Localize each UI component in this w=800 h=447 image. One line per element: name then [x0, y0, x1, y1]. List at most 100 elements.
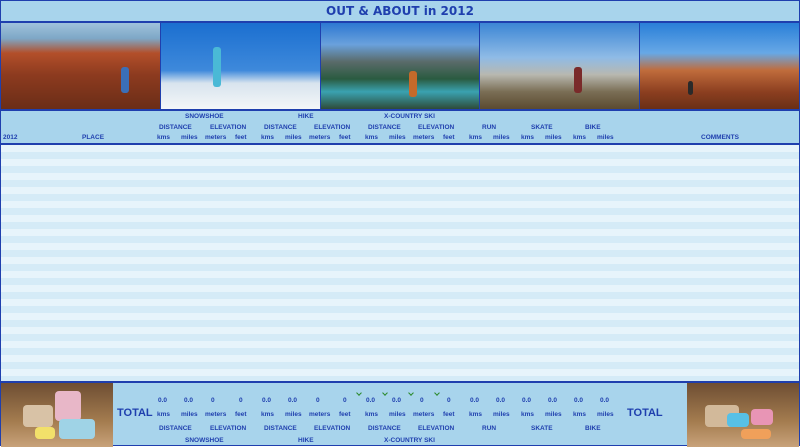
photo-canyon: [1, 23, 161, 109]
page: OUT & ABOUT in 2012 SNOWSHOE HIKE X-COUN…: [0, 0, 800, 447]
unit-feet: feet: [339, 411, 351, 418]
unit-feet: feet: [235, 134, 247, 141]
header-skate: SKATE: [531, 124, 553, 131]
header-comments: COMMENTS: [701, 134, 739, 141]
photo-alpine-ridge: [480, 23, 641, 109]
unit-kms: kms: [573, 411, 587, 418]
unit-miles: miles: [389, 411, 406, 418]
photo-snowy-summit: [160, 23, 321, 109]
unit-miles: miles: [285, 134, 302, 141]
total-value: 0.0: [574, 397, 584, 404]
total-value: 0.0: [470, 397, 480, 404]
total-value: 0.0: [522, 397, 532, 404]
unit-meters: meters: [413, 411, 435, 418]
unit-miles: miles: [493, 411, 510, 418]
unit-meters: meters: [413, 134, 435, 141]
photo-banner: [1, 21, 799, 111]
total-value: 0: [316, 397, 320, 404]
unit-miles: miles: [389, 134, 406, 141]
label-elevation: ELEVATION: [210, 425, 247, 432]
label-elevation: ELEVATION: [418, 425, 455, 432]
check-icon: [356, 390, 362, 396]
header-year: 2012: [3, 134, 18, 141]
label-hike: HIKE: [298, 437, 314, 444]
totals-footer: TOTAL TOTAL 0.0 0.0 0 0 0.0 0.0 0 0 0.0 …: [1, 381, 799, 447]
total-value: 0.0: [366, 397, 376, 404]
header-distance: DISTANCE: [264, 124, 297, 131]
header-snowshoe: SNOWSHOE: [185, 113, 224, 120]
rock-shape: [23, 405, 53, 427]
unit-kms: kms: [261, 134, 275, 141]
rock-shape: [35, 427, 55, 439]
log-table-body[interactable]: [1, 143, 799, 381]
header-elevation: ELEVATION: [314, 124, 351, 131]
unit-feet: feet: [443, 411, 455, 418]
unit-miles: miles: [597, 411, 614, 418]
label-run: RUN: [482, 425, 497, 432]
check-icon: [408, 390, 414, 396]
hiker-figure: [121, 67, 129, 93]
unit-meters: meters: [205, 411, 227, 418]
header-hike: HIKE: [298, 113, 314, 120]
unit-feet: feet: [443, 134, 455, 141]
label-distance: DISTANCE: [159, 425, 192, 432]
label-distance: DISTANCE: [368, 425, 401, 432]
unit-kms: kms: [261, 411, 275, 418]
unit-meters: meters: [309, 411, 331, 418]
total-value: 0: [239, 397, 243, 404]
unit-kms: kms: [365, 134, 379, 141]
rock-shape: [55, 391, 81, 421]
header-place: PLACE: [82, 134, 105, 141]
label-skate: SKATE: [531, 425, 553, 432]
label-snowshoe: SNOWSHOE: [185, 437, 224, 444]
total-value: 0: [447, 397, 451, 404]
header-run: RUN: [482, 124, 497, 131]
check-icon: [382, 390, 388, 396]
page-title: OUT & ABOUT in 2012: [326, 4, 474, 18]
unit-miles: miles: [545, 134, 562, 141]
label-distance: DISTANCE: [264, 425, 297, 432]
label-bike: BIKE: [585, 425, 601, 432]
total-label: TOTAL: [627, 407, 663, 419]
unit-kms: kms: [157, 134, 171, 141]
unit-miles: miles: [597, 134, 614, 141]
painted-rocks-image: [1, 383, 113, 447]
hiker-figure: [212, 47, 221, 87]
unit-kms: kms: [573, 134, 587, 141]
header-bike: BIKE: [585, 124, 601, 131]
header-xcountry: X-COUNTRY SKI: [384, 113, 435, 120]
total-value: 0.0: [496, 397, 506, 404]
unit-miles: miles: [493, 134, 510, 141]
rock-shape: [727, 413, 749, 427]
unit-miles: miles: [545, 411, 562, 418]
rock-shape: [741, 429, 771, 439]
unit-kms: kms: [469, 411, 483, 418]
hiker-figure: [574, 67, 583, 93]
unit-meters: meters: [309, 134, 331, 141]
unit-kms: kms: [157, 411, 171, 418]
unit-kms: kms: [469, 134, 483, 141]
unit-miles: miles: [285, 411, 302, 418]
table-header: SNOWSHOE HIKE X-COUNTRY SKI RUN SKATE BI…: [1, 109, 799, 143]
painted-rocks-image: [687, 383, 799, 447]
rock-shape: [59, 419, 95, 439]
unit-meters: meters: [205, 134, 227, 141]
total-label: TOTAL: [117, 407, 153, 419]
total-value: 0.0: [392, 397, 402, 404]
header-distance: DISTANCE: [368, 124, 401, 131]
photo-rock-arch: [640, 23, 799, 109]
unit-kms: kms: [521, 411, 535, 418]
unit-miles: miles: [181, 134, 198, 141]
total-value: 0.0: [158, 397, 168, 404]
header-elevation: ELEVATION: [418, 124, 455, 131]
header-distance: DISTANCE: [159, 124, 192, 131]
total-value: 0.0: [262, 397, 272, 404]
label-elevation: ELEVATION: [314, 425, 351, 432]
total-value: 0: [211, 397, 215, 404]
total-value: 0.0: [548, 397, 558, 404]
total-value: 0: [420, 397, 424, 404]
total-value: 0.0: [600, 397, 610, 404]
total-value: 0.0: [288, 397, 298, 404]
unit-feet: feet: [235, 411, 247, 418]
header-elevation: ELEVATION: [210, 124, 247, 131]
